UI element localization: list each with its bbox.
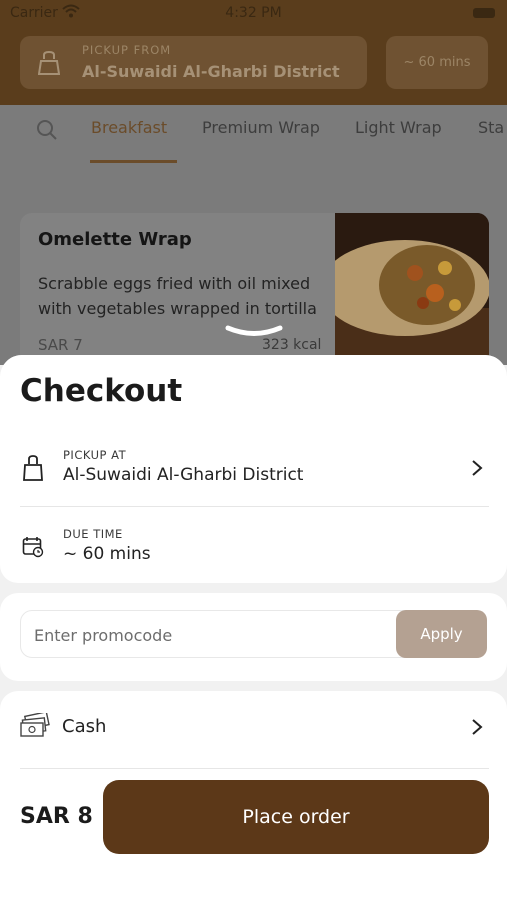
apply-button[interactable]: Apply bbox=[396, 610, 487, 658]
chevron-right-icon[interactable] bbox=[471, 718, 483, 740]
shopping-bag-icon bbox=[22, 454, 44, 486]
menu-item-photo bbox=[335, 213, 489, 373]
promo-panel: Enter promocode Apply bbox=[0, 593, 507, 681]
menu-item-price: SAR 7 bbox=[38, 336, 83, 354]
pickup-at-value[interactable]: Al-Suwaidi Al-Gharbi District bbox=[63, 465, 303, 485]
menu-item-description: Scrabble eggs fried with oil mixed with … bbox=[38, 274, 317, 318]
status-bar: Carrier 4:32 PM bbox=[0, 0, 507, 26]
pickup-location-selector[interactable]: PICKUP FROM Al-Suwaidi Al-Gharbi Distric… bbox=[20, 36, 367, 89]
due-time-label: DUE TIME bbox=[63, 527, 123, 541]
chevron-right-icon[interactable] bbox=[471, 459, 483, 481]
order-total: SAR 8 bbox=[20, 804, 93, 829]
tab-light-wrap[interactable]: Light Wrap bbox=[355, 118, 442, 137]
menu-item-title: Omelette Wrap bbox=[38, 229, 192, 250]
divider bbox=[20, 768, 489, 769]
page-title: Checkout bbox=[20, 373, 183, 409]
sheet-handle-icon[interactable] bbox=[224, 324, 284, 343]
checkout-details-panel: Checkout PICKUP AT Al-Suwaidi Al-Gharbi … bbox=[0, 355, 507, 583]
pickup-at-label: PICKUP AT bbox=[63, 448, 127, 462]
due-time-value[interactable]: ~ 60 mins bbox=[63, 544, 151, 564]
menu-item-card[interactable]: Omelette Wrap Scrabble eggs fried with o… bbox=[20, 213, 489, 373]
tab-premium-wrap[interactable]: Premium Wrap bbox=[202, 118, 320, 137]
divider bbox=[20, 506, 489, 507]
shopping-bag-icon bbox=[37, 50, 61, 80]
promocode-placeholder: Enter promocode bbox=[34, 626, 173, 645]
active-tab-indicator bbox=[90, 160, 177, 163]
place-order-button[interactable]: Place order bbox=[103, 780, 489, 854]
due-time-selector[interactable]: ~ 60 mins bbox=[386, 36, 488, 89]
category-tabs: Breakfast Premium Wrap Light Wrap Sta bbox=[0, 105, 507, 165]
cash-icon bbox=[20, 711, 50, 741]
calendar-clock-icon bbox=[22, 536, 44, 562]
tab-more[interactable]: Sta bbox=[478, 118, 504, 137]
pickup-from-value: Al-Suwaidi Al-Gharbi District bbox=[82, 62, 340, 81]
payment-method-label[interactable]: Cash bbox=[62, 716, 106, 737]
clock-time: 4:32 PM bbox=[225, 5, 282, 21]
pickup-from-label: PICKUP FROM bbox=[82, 43, 172, 57]
checkout-sheet: Checkout PICKUP AT Al-Suwaidi Al-Gharbi … bbox=[0, 355, 507, 900]
search-icon[interactable] bbox=[36, 119, 58, 145]
battery-icon bbox=[473, 8, 495, 18]
tab-breakfast[interactable]: Breakfast bbox=[91, 118, 167, 137]
payment-panel: Cash SAR 8 Place order bbox=[0, 691, 507, 900]
header: PICKUP FROM Al-Suwaidi Al-Gharbi Distric… bbox=[0, 26, 507, 105]
